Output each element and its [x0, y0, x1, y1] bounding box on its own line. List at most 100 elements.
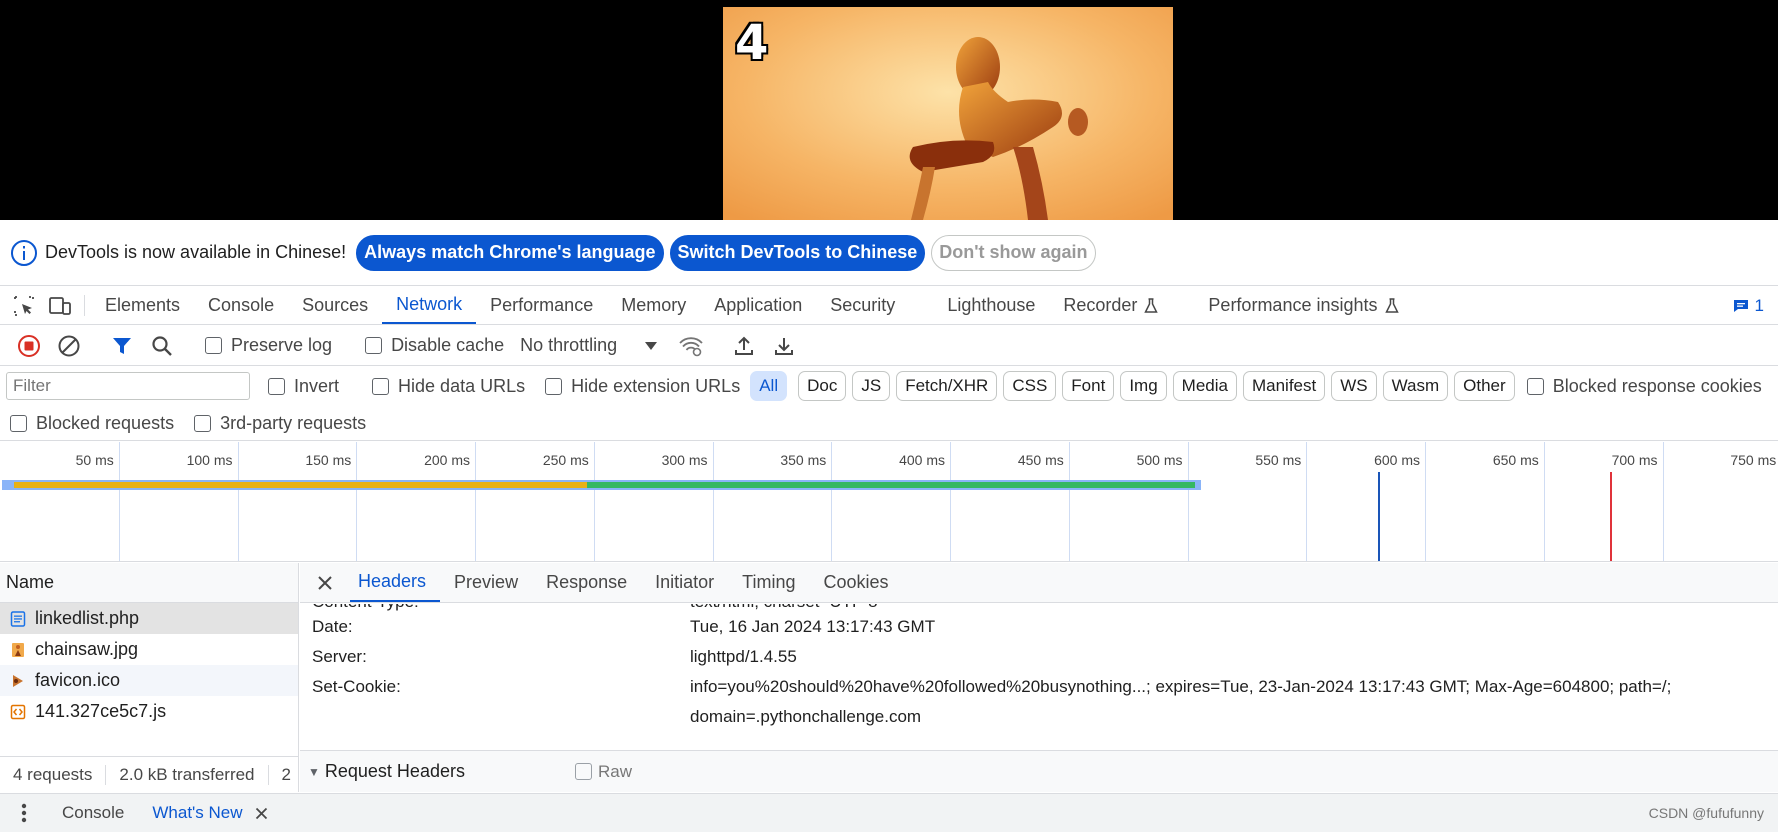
checkbox-box: [1526, 377, 1544, 395]
inspect-element-icon[interactable]: [6, 287, 42, 324]
tab-performance-insights[interactable]: Performance insights: [1194, 287, 1412, 324]
tab-preview[interactable]: Preview: [440, 563, 532, 602]
request-headers-section[interactable]: ▼ Request Headers Raw: [300, 750, 1778, 792]
timeline-tick-label: 150 ms: [305, 452, 352, 468]
clear-button[interactable]: [49, 326, 89, 366]
request-list: Name linkedlist.php chainsaw.jpg favicon…: [0, 563, 299, 792]
tab-memory[interactable]: Memory: [607, 287, 700, 324]
info-icon: [11, 239, 37, 266]
filter-toggle-button[interactable]: [102, 326, 142, 366]
tab-response[interactable]: Response: [532, 563, 641, 602]
request-download-bar: [586, 482, 1195, 488]
timeline-tick-label: 350 ms: [780, 452, 827, 468]
tab-security[interactable]: Security: [816, 287, 909, 324]
type-filter-other[interactable]: Other: [1454, 371, 1515, 401]
type-filter-wasm[interactable]: Wasm: [1382, 371, 1449, 401]
request-row-script[interactable]: 141.327ce5c7.js: [0, 696, 298, 727]
raw-headers-checkbox[interactable]: Raw: [574, 761, 632, 782]
flask-icon: [1384, 297, 1399, 313]
invert-label: Invert: [294, 375, 340, 396]
close-details-button[interactable]: [300, 563, 350, 602]
type-filter-js[interactable]: JS: [852, 371, 891, 401]
drawer-tab-whats-new[interactable]: What's New: [138, 803, 281, 823]
name-column-header[interactable]: Name: [0, 563, 298, 603]
preserve-log-checkbox[interactable]: Preserve log: [205, 335, 332, 356]
close-icon[interactable]: [255, 807, 268, 820]
tab-headers[interactable]: Headers: [350, 563, 441, 602]
checkbox-box: [205, 337, 222, 354]
language-infobar: DevTools is now available in Chinese! Al…: [0, 220, 1778, 286]
tab-sources[interactable]: Sources: [288, 287, 382, 324]
type-filter-ws[interactable]: WS: [1331, 371, 1377, 401]
import-har-button[interactable]: [724, 326, 764, 366]
export-har-button[interactable]: [764, 326, 804, 366]
device-toolbar-icon[interactable]: [42, 287, 78, 324]
checkbox-box: [372, 377, 390, 395]
type-filter-manifest[interactable]: Manifest: [1242, 371, 1326, 401]
clear-icon: [58, 335, 80, 356]
checkbox-box: [268, 377, 285, 395]
disable-cache-checkbox[interactable]: Disable cache: [365, 335, 504, 356]
tab-recorder[interactable]: Recorder: [1049, 287, 1172, 324]
header-name: Server:: [312, 647, 367, 666]
request-row-linkedlist[interactable]: linkedlist.php: [0, 603, 298, 634]
drawer-menu-button[interactable]: [0, 803, 48, 823]
hide-data-urls-checkbox[interactable]: Hide data URLs: [372, 376, 525, 397]
tab-application[interactable]: Application: [700, 287, 816, 324]
switch-to-chinese-button[interactable]: Switch DevTools to Chinese: [669, 234, 926, 271]
tab-network[interactable]: Network: [382, 287, 477, 324]
timeline-gridline: [475, 442, 476, 561]
tab-lighthouse[interactable]: Lighthouse: [933, 287, 1049, 324]
always-match-language-button[interactable]: Always match Chrome's language: [356, 234, 664, 271]
search-button[interactable]: [142, 326, 182, 366]
disable-cache-label: Disable cache: [391, 335, 505, 355]
timeline-gridline: [1187, 442, 1189, 561]
type-filter-fetch-xhr[interactable]: Fetch/XHR: [896, 371, 998, 401]
type-filter-css[interactable]: CSS: [1003, 371, 1057, 401]
type-filter-all[interactable]: All: [750, 371, 788, 401]
script-file-icon: [10, 704, 26, 719]
tab-console[interactable]: Console: [194, 287, 288, 324]
tab-elements[interactable]: Elements: [91, 287, 194, 324]
network-toolbar: Preserve log Disable cache No throttling: [0, 326, 1778, 366]
invert-checkbox[interactable]: Invert: [268, 376, 339, 397]
tab-performance[interactable]: Performance: [476, 287, 607, 324]
request-headers-title: Request Headers: [324, 761, 465, 781]
issues-counter[interactable]: 1: [1733, 287, 1778, 324]
throttling-value: No throttling: [520, 335, 618, 355]
blocked-requests-checkbox[interactable]: Blocked requests: [10, 413, 174, 434]
raw-label: Raw: [597, 761, 632, 781]
toolbar-divider: [84, 295, 85, 316]
timeline-gridline: [1425, 442, 1426, 561]
header-value: text/html; charset=UTF-8: [690, 604, 878, 612]
hide-extension-urls-checkbox[interactable]: Hide extension URLs: [545, 376, 740, 397]
blocked-response-cookies-label: Blocked response cookies: [1552, 375, 1762, 396]
type-filter-font[interactable]: Font: [1062, 371, 1115, 401]
request-count: 4 requests: [0, 764, 107, 785]
network-conditions-button[interactable]: [671, 326, 711, 366]
request-row-favicon[interactable]: favicon.ico: [0, 665, 298, 696]
type-filter-img[interactable]: Img: [1120, 371, 1167, 401]
request-row-chainsaw[interactable]: chainsaw.jpg: [0, 634, 298, 665]
blocked-response-cookies-checkbox[interactable]: Blocked response cookies: [1526, 375, 1762, 397]
devtools-tabbar: Elements Console Sources Network Perform…: [0, 287, 1778, 325]
timeline-tick-label: 300 ms: [661, 452, 708, 468]
tab-timing[interactable]: Timing: [728, 563, 809, 602]
type-filter-media[interactable]: Media: [1172, 371, 1237, 401]
drawer-tab-console[interactable]: Console: [48, 803, 138, 823]
throttling-select[interactable]: No throttling: [520, 335, 671, 356]
close-icon: [318, 575, 332, 590]
stop-recording-button[interactable]: [9, 326, 49, 366]
header-value-continued: domain=.pythonchallenge.com: [690, 707, 922, 726]
network-overview-timeline[interactable]: 50 ms 100 ms 150 ms 200 ms 250 ms 300 ms 350 m…: [0, 442, 1778, 562]
dont-show-again-button[interactable]: Don't show again: [931, 234, 1096, 271]
tab-cookies[interactable]: Cookies: [810, 563, 903, 602]
timeline-gridline: [1306, 442, 1308, 561]
timeline-gridline: [1662, 442, 1664, 561]
hide-data-urls-label: Hide data URLs: [398, 375, 526, 396]
type-filter-doc[interactable]: Doc: [798, 371, 847, 401]
third-party-requests-checkbox[interactable]: 3rd-party requests: [194, 413, 366, 434]
chevron-down-icon: [645, 341, 658, 350]
tab-initiator[interactable]: Initiator: [641, 563, 728, 602]
filter-input[interactable]: [6, 372, 250, 400]
